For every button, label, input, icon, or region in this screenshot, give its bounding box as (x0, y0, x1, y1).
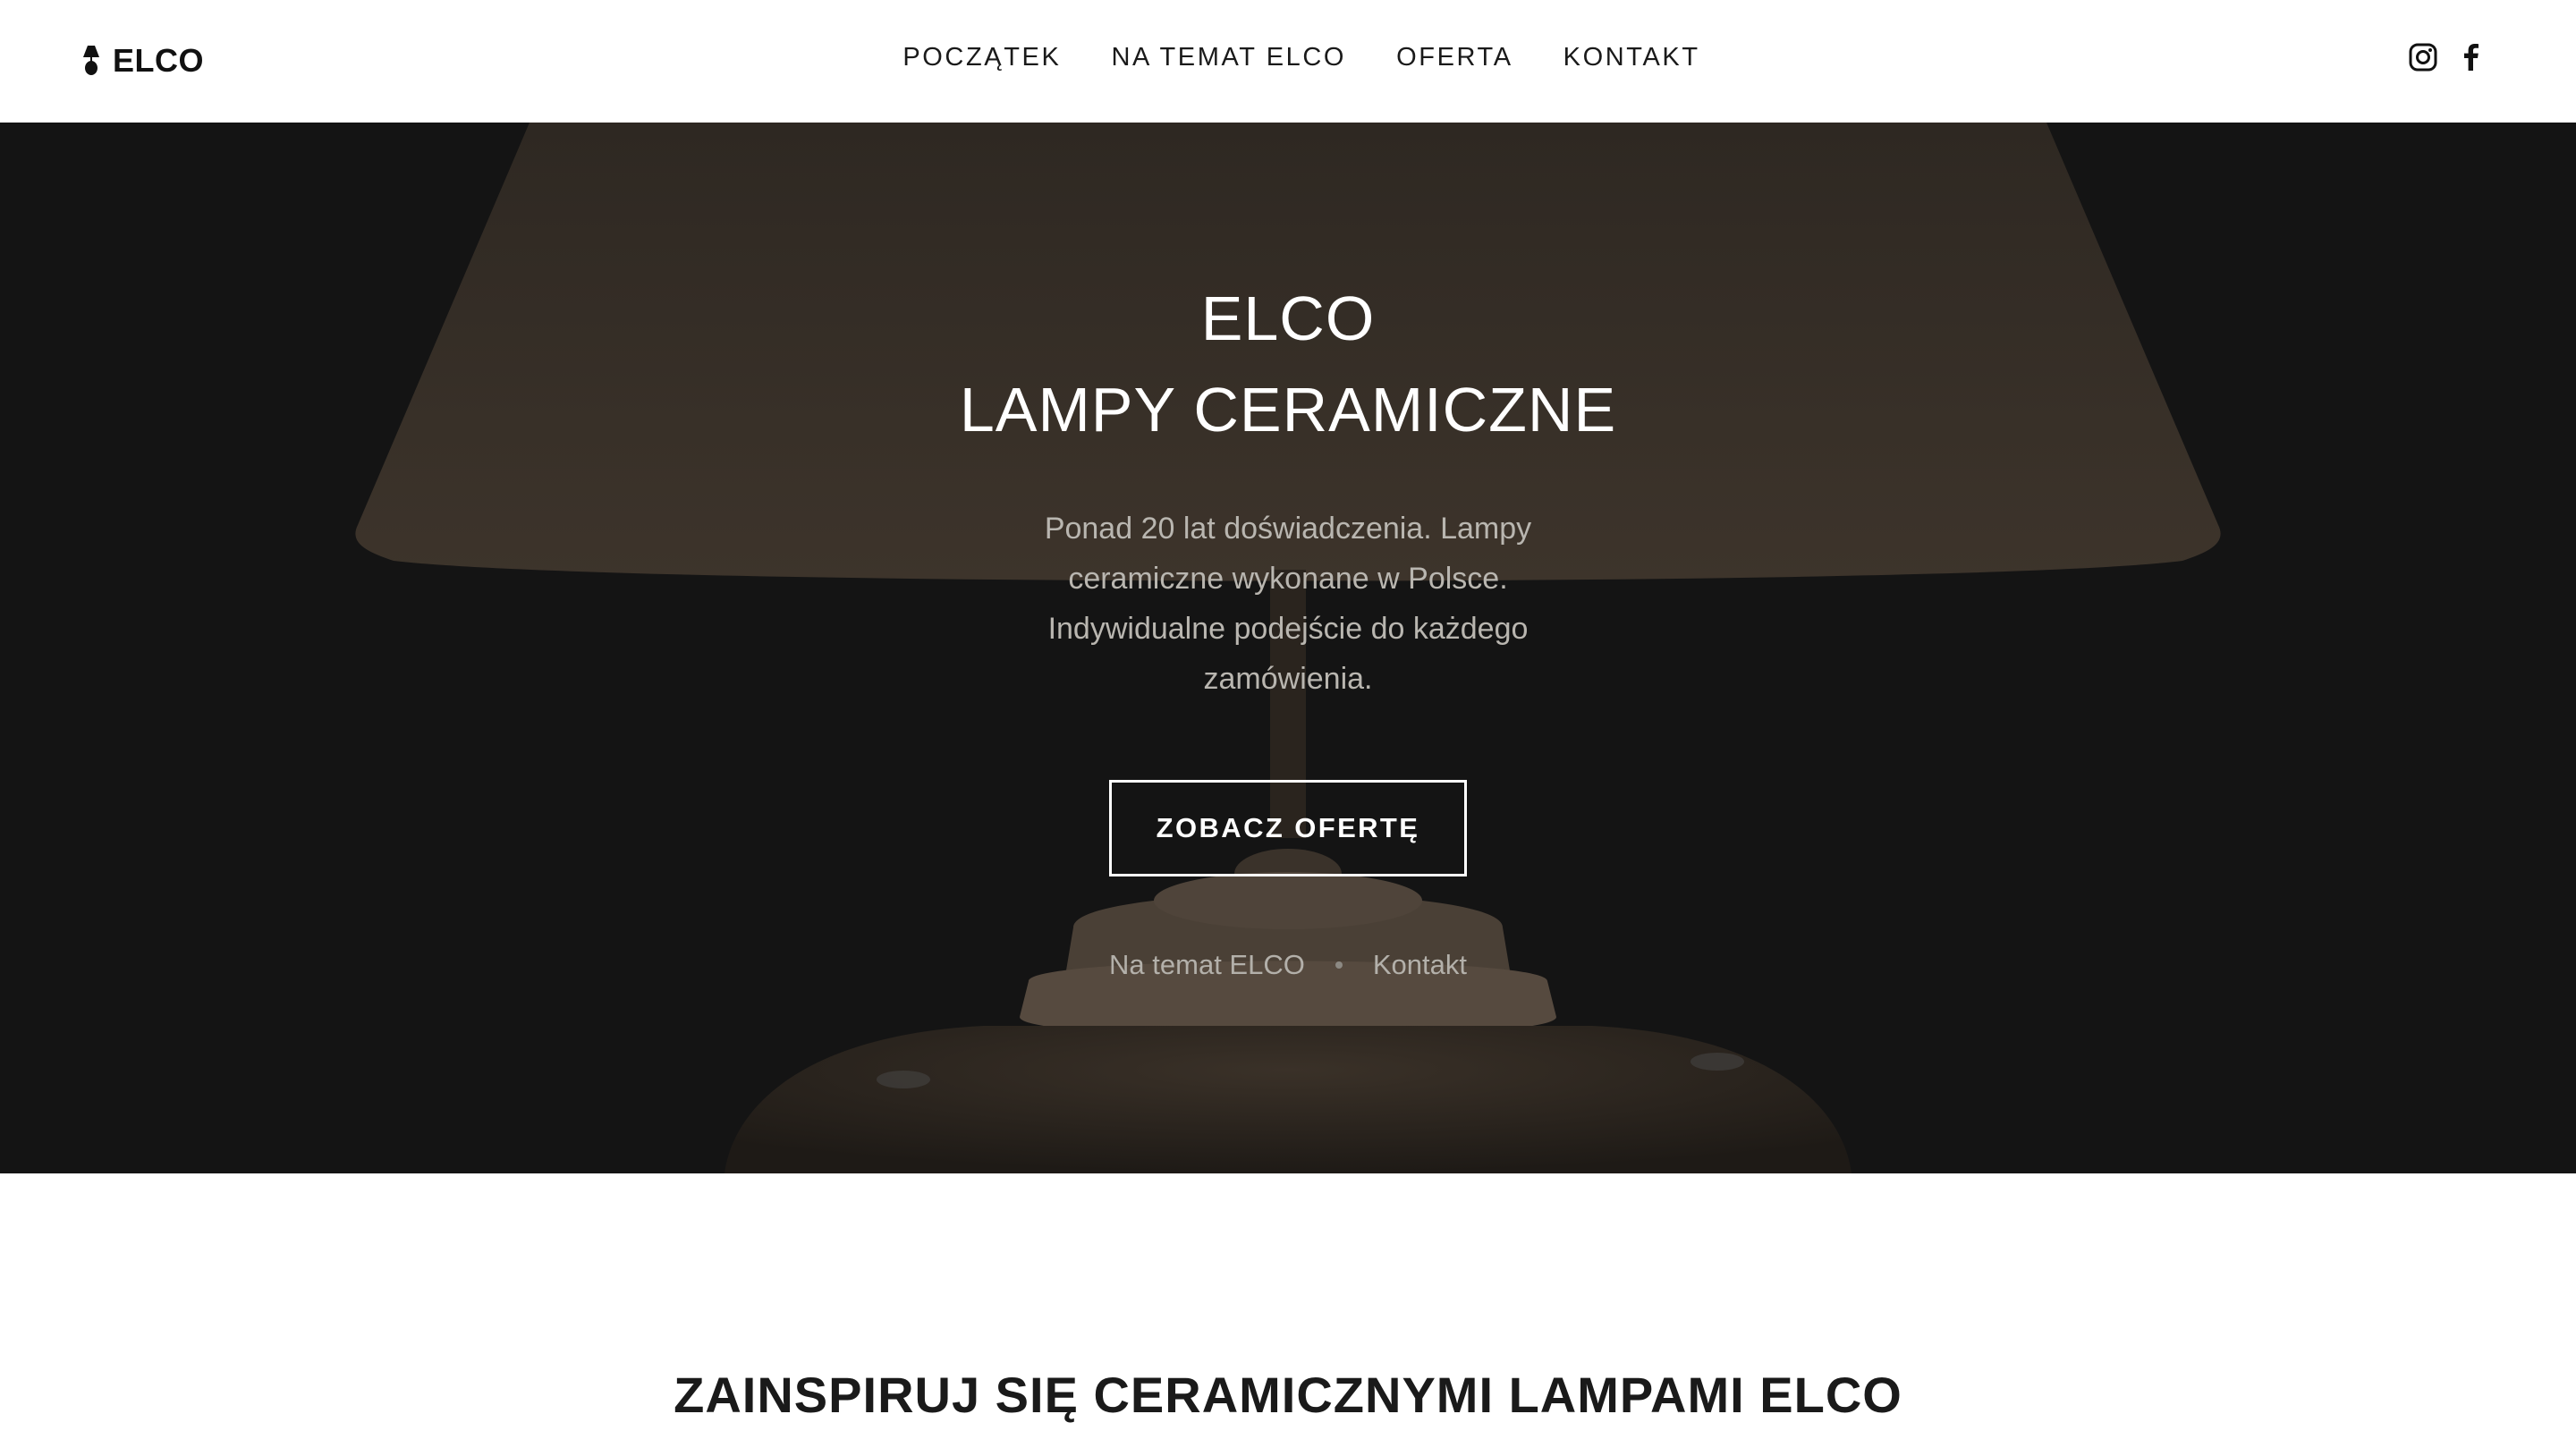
hero-description: Ponad 20 lat doświadczenia. Lampy cerami… (1044, 512, 1532, 696)
nav-item-poczatek[interactable]: POCZĄTEK (902, 39, 1061, 75)
facebook-icon[interactable] (2456, 42, 2487, 72)
hero-title: ELCO LAMPY CERAMICZNE (0, 273, 2576, 455)
separator-dot (1335, 961, 1343, 969)
hero-section: ELCO LAMPY CERAMICZNE Ponad 20 lat doświ… (0, 123, 2576, 1173)
hero-title-line-1: ELCO (1200, 284, 1376, 353)
hero-link-na-temat-elco[interactable]: Na temat ELCO (1109, 949, 1305, 981)
site-header: ELCO POCZĄTEK NA TEMAT ELCO OFERTA KONTA… (0, 0, 2576, 123)
social-links (2408, 39, 2487, 75)
nav-item-kontakt[interactable]: KONTAKT (1563, 39, 1700, 75)
main-nav: POCZĄTEK NA TEMAT ELCO OFERTA KONTAKT (0, 39, 2576, 75)
hero-secondary-links: Na temat ELCO Kontakt (0, 945, 2576, 985)
hero-link-kontakt[interactable]: Kontakt (1373, 949, 1467, 981)
inspiration-section-heading: ZAINSPIRUJ SIĘ CERAMICZNYMI LAMPAMI ELCO (674, 1367, 1902, 1423)
see-offer-button[interactable]: ZOBACZ OFERTĘ (1109, 780, 1467, 876)
nav-item-na-temat-elco[interactable]: NA TEMAT ELCO (1111, 39, 1346, 75)
instagram-icon[interactable] (2408, 42, 2438, 72)
nav-item-oferta[interactable]: OFERTA (1396, 39, 1513, 75)
hero-title-line-2: LAMPY CERAMICZNE (959, 375, 1617, 445)
